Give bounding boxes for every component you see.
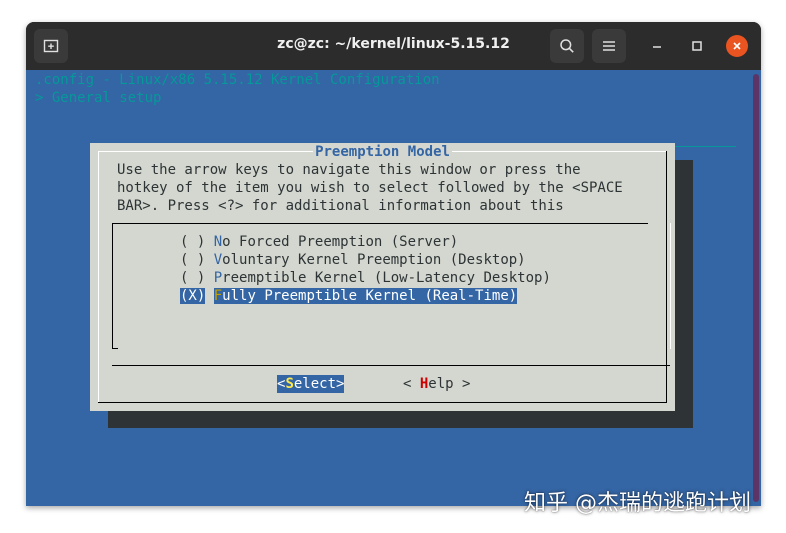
title-bar: zc@zc: ~/kernel/linux-5.15.12 [26,22,761,70]
option-hotkey: V [213,252,223,268]
option-label: o Forced Preemption (Server) [222,234,459,250]
option-label: reemptible Kernel (Low-Latency Desktop) [222,270,551,286]
option-hotkey: N [213,234,223,250]
option-preemptible-kernel[interactable]: ( ) Preemptible Kernel (Low-Latency Desk… [180,269,551,287]
option-label: ully Preemptible Kernel (Real-Time) [222,288,518,304]
select-button[interactable]: <Select> [277,375,345,393]
option-voluntary-preemption[interactable]: ( ) Voluntary Kernel Preemption (Desktop… [180,251,526,269]
dialog-title: Preemption Model [313,144,452,160]
breadcrumb: > General setup [35,90,162,106]
help-line-2: hotkey of the item you wish to select fo… [117,180,623,196]
minimize-icon [653,46,661,48]
help-line-3: BAR>. Press <?> for additional informati… [117,198,564,214]
radio-button[interactable]: ( ) [180,234,205,250]
option-fully-preemptible-kernel[interactable]: (X) Fully Preemptible Kernel (Real-Time) [180,287,518,305]
preemption-model-dialog: Preemption Model Use the arrow keys to n… [90,143,675,411]
maximize-icon [692,41,702,51]
radio-button[interactable]: ( ) [180,270,205,286]
radio-button-selected[interactable]: (X) [180,288,206,304]
close-button[interactable] [726,35,748,57]
search-button[interactable] [550,29,584,63]
config-header: .config - Linux/x86 5.15.12 Kernel Confi… [35,72,440,88]
close-icon [733,42,741,50]
search-icon [560,39,574,53]
maximize-button[interactable] [686,35,708,57]
option-label: oluntary Kernel Preemption (Desktop) [222,252,526,268]
option-no-forced-preemption[interactable]: ( ) No Forced Preemption (Server) [180,233,458,251]
option-hotkey: F [213,288,223,304]
minimize-button[interactable] [646,35,668,57]
help-line-1: Use the arrow keys to navigate this wind… [117,162,581,178]
terminal-window: zc@zc: ~/kernel/linux-5.15.12 .config - … [26,22,761,506]
menu-button[interactable] [592,29,626,63]
hamburger-menu-icon [603,41,615,51]
help-button[interactable]: < Help > [403,375,470,393]
scrollbar[interactable] [753,74,759,502]
watermark: 知乎 @杰瑞的逃跑计划 [524,491,751,516]
terminal-area[interactable]: .config - Linux/x86 5.15.12 Kernel Confi… [26,70,761,506]
option-hotkey: P [213,270,223,286]
radio-button[interactable]: ( ) [180,252,205,268]
